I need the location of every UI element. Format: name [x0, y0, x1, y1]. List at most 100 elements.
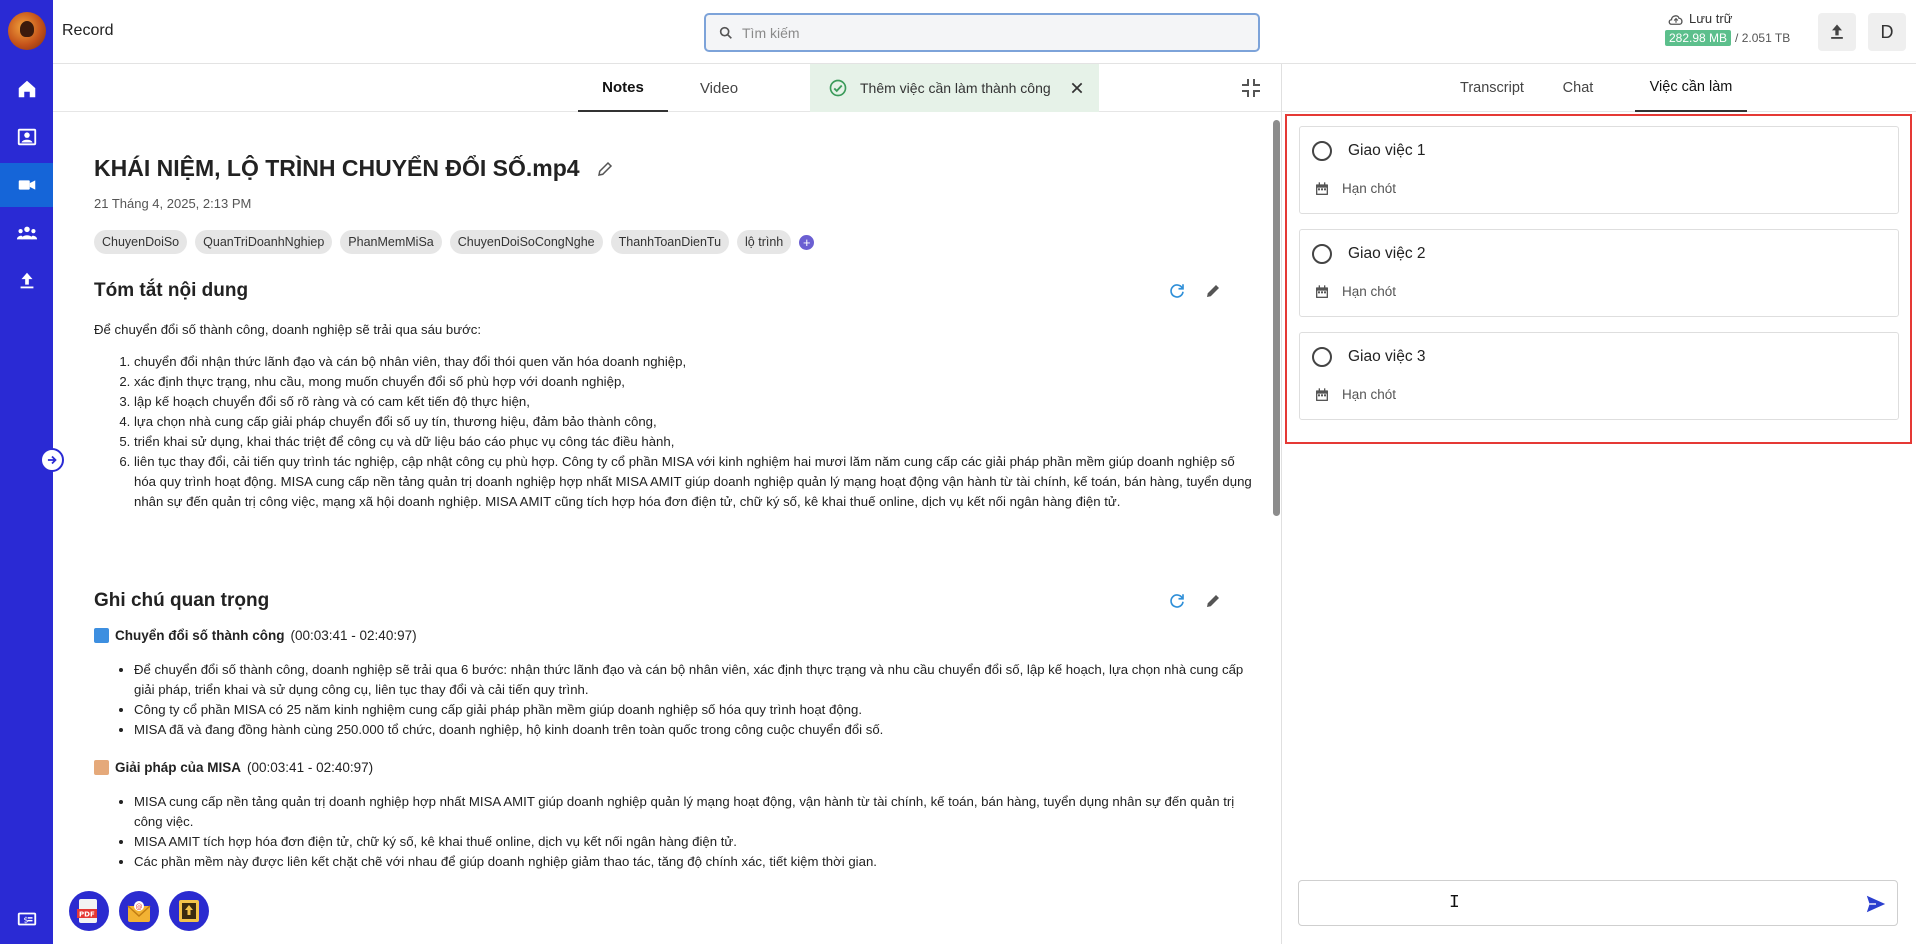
scrollbar[interactable] [1273, 120, 1280, 516]
email-export-icon: @ [127, 901, 151, 922]
search-box[interactable] [704, 13, 1260, 52]
summary-steps: chuyển đổi nhận thức lãnh đạo và cán bộ … [134, 352, 1254, 512]
send-icon[interactable] [1865, 893, 1887, 915]
timestamp[interactable]: (00:03:41 - 02:40:97) [247, 760, 373, 775]
notes-heading: Ghi chú quan trọng [94, 590, 270, 611]
tag-chip[interactable]: lộ trình [737, 230, 792, 254]
calendar-icon[interactable] [1314, 387, 1330, 403]
note-section-title: Chuyển đổi số thành công [115, 628, 285, 643]
tag-chip[interactable]: ChuyenDoiSoCongNghe [449, 230, 603, 254]
document-title: KHÁI NIỆM, LỘ TRÌNH CHUYỂN ĐỔI SỐ.mp4 [94, 155, 580, 181]
tag-list: ChuyenDoiSo QuanTriDoanhNghiep PhanMemMi… [94, 230, 815, 254]
right-panel: Transcript Chat Việc cần làm Giao việc 1… [1281, 64, 1916, 944]
summary-intro: Để chuyển đổi số thành công, doanh nghiệ… [94, 322, 481, 337]
regenerate-icon[interactable] [1168, 592, 1186, 610]
left-tab-bar: Notes Video Thêm việc cần làm thành công [53, 64, 1281, 112]
task-due-label[interactable]: Hạn chót [1342, 284, 1396, 299]
summary-heading: Tóm tắt nội dung [94, 280, 249, 301]
team-icon[interactable] [0, 211, 53, 255]
notes-panel: Notes Video Thêm việc cần làm thành công… [53, 64, 1281, 944]
top-bar: Record Lưu trữ 282.98 MB / 2.051 TB D [53, 0, 1916, 64]
note-document: KHÁI NIỆM, LỘ TRÌNH CHUYỂN ĐỔI SỐ.mp4 21… [94, 112, 1274, 944]
notes-actions [1168, 592, 1222, 610]
task-input[interactable] [1309, 893, 1829, 915]
timestamp[interactable]: (00:03:41 - 02:40:97) [291, 628, 417, 643]
tab-todo[interactable]: Việc cần làm [1635, 64, 1747, 112]
expand-sidebar-icon[interactable] [40, 448, 64, 472]
billing-icon[interactable]: $ [0, 897, 53, 941]
app-root: $ Record Lưu trữ 282.98 MB / 2.051 TB D … [0, 0, 1916, 944]
collapse-fullscreen-icon[interactable] [1239, 76, 1263, 100]
task-name[interactable]: Giao việc 2 [1348, 245, 1426, 263]
add-tag-icon[interactable]: + [799, 234, 815, 250]
list-item: xác định thực trạng, nhu cầu, mong muốn … [134, 372, 1254, 392]
tag-chip[interactable]: ThanhToanDienTu [610, 230, 730, 254]
todo-list-highlight: Giao việc 1 Hạn chót Giao việc 2 Hạn chó… [1285, 114, 1912, 444]
edit-title-icon[interactable] [596, 160, 614, 178]
success-toast: Thêm việc cần làm thành công [810, 64, 1099, 112]
upload-arrow-icon [1831, 24, 1843, 39]
email-export-button[interactable]: @ [119, 891, 159, 931]
note-section-header: Giải pháp của MISA (00:03:41 - 02:40:97) [94, 760, 373, 775]
calendar-icon[interactable] [1314, 181, 1330, 197]
tag-chip[interactable]: QuanTriDoanhNghiep [195, 230, 333, 254]
contacts-icon[interactable] [0, 115, 53, 159]
task-due-label[interactable]: Hạn chót [1342, 181, 1396, 196]
task-name[interactable]: Giao việc 1 [1348, 142, 1426, 160]
svg-text:$: $ [23, 915, 28, 925]
pdf-badge-text: PDF [79, 911, 95, 919]
tab-video[interactable]: Video [674, 64, 764, 112]
tag-chip[interactable]: PhanMemMiSa [340, 230, 442, 254]
search-icon [719, 26, 732, 39]
storage-total: / 2.051 TB [1735, 31, 1791, 45]
search-input[interactable] [742, 24, 1222, 41]
list-item: triển khai sử dụng, khai thác triệt để c… [134, 432, 1254, 452]
tab-notes[interactable]: Notes [578, 64, 668, 112]
tab-transcript[interactable]: Transcript [1450, 64, 1534, 112]
tag-chip[interactable]: ChuyenDoiSo [94, 230, 188, 254]
task-card[interactable]: Giao việc 2 Hạn chót [1299, 229, 1899, 317]
cloud-upload-icon [1668, 14, 1683, 25]
sync-icon [94, 628, 109, 643]
calendar-icon[interactable] [1314, 284, 1330, 300]
list-item: Các phần mềm này được liên kết chặt chẽ … [134, 852, 1254, 872]
storage-widget[interactable]: Lưu trữ 282.98 MB / 2.051 TB [1665, 11, 1805, 46]
edit-icon[interactable] [1204, 592, 1222, 610]
list-item: Công ty cổ phần MISA có 25 năm kinh nghi… [134, 700, 1254, 720]
note-section-title: Giải pháp của MISA [115, 760, 242, 775]
task-input-box[interactable]: I [1298, 880, 1898, 926]
note-section-header: Chuyển đổi số thành công (00:03:41 - 02:… [94, 628, 417, 643]
right-tab-bar: Transcript Chat Việc cần làm [1282, 64, 1916, 112]
app-title: Record [62, 22, 114, 39]
left-rail: $ [0, 0, 53, 944]
clipboard-icon [94, 760, 109, 775]
task-name[interactable]: Giao việc 3 [1348, 348, 1426, 366]
task-complete-toggle[interactable] [1312, 244, 1332, 264]
list-item: lựa chọn nhà cung cấp giải pháp chuyển đ… [134, 412, 1254, 432]
close-icon[interactable] [1067, 78, 1087, 98]
app-logo[interactable] [8, 12, 46, 50]
pdf-export-button[interactable]: PDF [69, 891, 109, 931]
toast-message: Thêm việc cần làm thành công [860, 80, 1051, 96]
edit-icon[interactable] [1204, 282, 1222, 300]
upload-export-button[interactable] [169, 891, 209, 931]
task-complete-toggle[interactable] [1312, 141, 1332, 161]
list-item: MISA cung cấp nền tảng quản trị doanh ng… [134, 792, 1254, 832]
check-circle-icon [829, 79, 847, 97]
note-section-list: Để chuyển đổi số thành công, doanh nghiệ… [134, 660, 1254, 740]
task-due-label[interactable]: Hạn chót [1342, 387, 1396, 402]
upload-export-icon [179, 900, 199, 922]
upload-icon[interactable] [0, 259, 53, 303]
export-actions: PDF @ [69, 891, 209, 931]
regenerate-icon[interactable] [1168, 282, 1186, 300]
video-icon[interactable] [0, 163, 53, 207]
task-card[interactable]: Giao việc 1 Hạn chót [1299, 126, 1899, 214]
list-item: liên tục thay đổi, cải tiến quy trình tá… [134, 452, 1254, 512]
task-card[interactable]: Giao việc 3 Hạn chót [1299, 332, 1899, 420]
upload-button[interactable] [1818, 13, 1856, 51]
home-icon[interactable] [0, 67, 53, 111]
avatar[interactable]: D [1868, 13, 1906, 51]
list-item: MISA AMIT tích hợp hóa đơn điện tử, chữ … [134, 832, 1254, 852]
task-complete-toggle[interactable] [1312, 347, 1332, 367]
tab-chat[interactable]: Chat [1538, 64, 1618, 112]
